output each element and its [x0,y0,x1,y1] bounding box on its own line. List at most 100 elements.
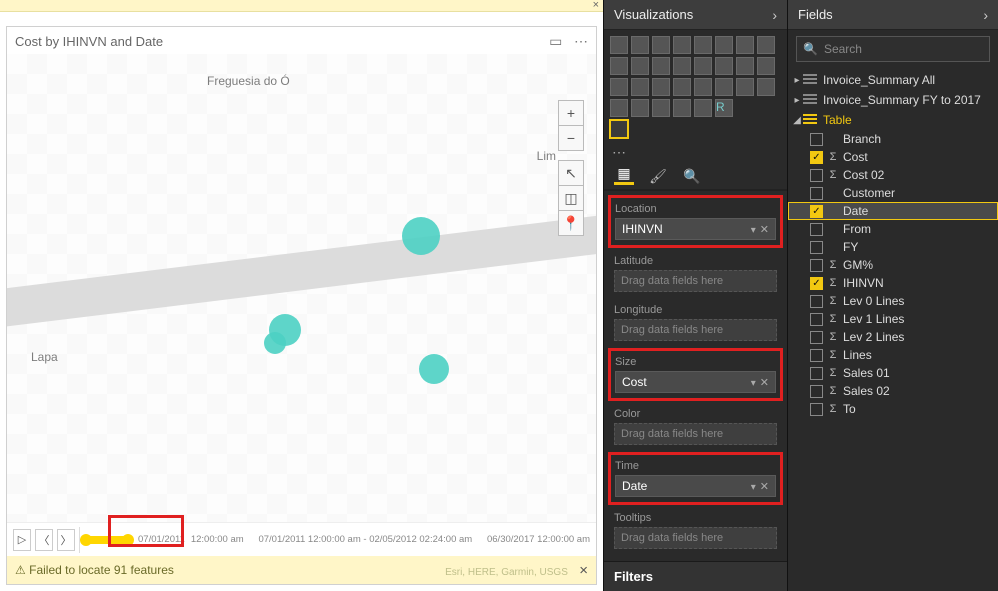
line-stacked-col-icon[interactable] [652,57,670,75]
close-icon[interactable]: × [593,0,599,11]
well-slot[interactable]: IHINVN ▾✕ [615,218,776,240]
field-row[interactable]: ΣLev 2 Lines [788,328,998,346]
funnel-icon[interactable] [673,78,691,96]
table-row[interactable]: ▸Invoice_Summary FY to 2017 [788,90,998,110]
scatter-icon[interactable] [715,57,733,75]
well-slot[interactable]: Cost ▾✕ [615,371,776,393]
table-preview-icon[interactable] [694,99,712,117]
field-row[interactable]: ΣLev 0 Lines [788,292,998,310]
close-icon[interactable]: × [579,562,588,579]
select-tool-button[interactable]: ◫ [558,185,584,211]
ribbon-icon[interactable] [736,36,754,54]
map-icon[interactable] [631,78,649,96]
field-row[interactable]: ✓ΣIHINVN [788,274,998,292]
treemap-icon[interactable] [610,78,628,96]
field-row[interactable]: Customer [788,184,998,202]
field-checkbox[interactable]: ✓ [810,277,823,290]
field-row[interactable]: Branch [788,130,998,148]
field-row[interactable]: ✓ΣCost [788,148,998,166]
stacked-column-100-icon[interactable] [715,36,733,54]
format-tab-icon[interactable]: 🖌 [648,167,668,185]
well-slot[interactable]: Drag data fields here [614,423,777,445]
chevron-down-icon[interactable]: ▾ [751,482,756,493]
field-checkbox[interactable]: ✓ [810,151,823,164]
pane-header[interactable]: Visualizations › [604,0,787,30]
line-chart-icon[interactable] [757,36,775,54]
play-button[interactable]: ▷ [13,529,31,551]
field-checkbox[interactable] [810,349,823,362]
map-visual-card[interactable]: Cost by IHINVN and Date ▭ ⋯ Freguesia do… [6,26,597,585]
field-row[interactable]: ΣSales 02 [788,382,998,400]
remove-icon[interactable]: ✕ [760,481,769,493]
stacked-area-icon[interactable] [631,57,649,75]
focus-mode-icon[interactable]: ▭ [549,33,562,49]
field-checkbox[interactable] [810,367,823,380]
field-checkbox[interactable] [810,133,823,146]
field-checkbox[interactable] [810,313,823,326]
fields-tab-icon[interactable]: ▦ [614,167,634,185]
field-checkbox[interactable] [810,331,823,344]
field-row[interactable]: ΣTo [788,400,998,418]
field-checkbox[interactable]: ✓ [810,205,823,218]
well-slot[interactable]: Date ▾✕ [615,475,776,497]
chevron-right-icon[interactable]: › [772,7,777,23]
remove-icon[interactable]: ✕ [760,224,769,236]
field-row[interactable]: ΣSales 01 [788,364,998,382]
field-row[interactable]: ΣCost 02 [788,166,998,184]
field-checkbox[interactable] [810,187,823,200]
field-checkbox[interactable] [810,169,823,182]
more-visuals-icon[interactable]: ⋯ [604,144,787,161]
well-slot[interactable]: Drag data fields here [614,527,777,549]
field-checkbox[interactable] [810,259,823,272]
prev-button[interactable]: 〈 [35,529,53,551]
timeline-track[interactable]: 07/01/2011 12:00:00 am 07/01/2011 12:00:… [79,527,590,553]
field-checkbox[interactable] [810,385,823,398]
chevron-down-icon[interactable]: ▾ [751,225,756,236]
map-bubble[interactable] [264,332,286,354]
arcgis-map[interactable]: Freguesia do Ó Lim Lapa + − ↖ ◫ 📍 [7,54,596,522]
zoom-out-button[interactable]: − [558,125,584,151]
filled-map-icon[interactable] [652,78,670,96]
zoom-in-button[interactable]: + [558,100,584,126]
kpi-icon[interactable] [757,78,775,96]
more-options-icon[interactable]: ⋯ [574,33,588,49]
table-row[interactable]: ◢Table [788,110,998,130]
pin-tool-button[interactable]: 📍 [558,210,584,236]
multi-row-card-icon[interactable] [736,78,754,96]
field-checkbox[interactable] [810,223,823,236]
table-row[interactable]: ▸Invoice_Summary All [788,70,998,90]
field-row[interactable]: From [788,220,998,238]
gauge-icon[interactable] [694,78,712,96]
timeline-range-handle[interactable] [84,536,130,544]
map-bubble[interactable] [419,354,449,384]
field-checkbox[interactable] [810,403,823,416]
chevron-right-icon[interactable]: › [983,7,988,23]
well-slot[interactable]: Drag data fields here [614,270,777,292]
area-chart-icon[interactable] [610,57,628,75]
slicer-icon[interactable] [610,99,628,117]
stacked-bar-100-icon[interactable] [694,36,712,54]
table-icon[interactable] [631,99,649,117]
map-bubble[interactable] [402,217,440,255]
arcgis-maps-icon[interactable] [610,120,628,138]
field-checkbox[interactable] [810,241,823,254]
donut-icon[interactable] [757,57,775,75]
field-row[interactable]: ✓Date [788,202,998,220]
field-checkbox[interactable] [810,295,823,308]
field-row[interactable]: ΣLev 1 Lines [788,310,998,328]
field-row[interactable]: ΣGM% [788,256,998,274]
stacked-bar-icon[interactable] [610,36,628,54]
well-slot[interactable]: Drag data fields here [614,319,777,341]
field-row[interactable]: ΣLines [788,346,998,364]
next-button[interactable]: 〉 [57,529,75,551]
matrix-preview-icon[interactable] [673,99,691,117]
analytics-tab-icon[interactable]: 🔍 [682,167,702,185]
clustered-bar-icon[interactable] [631,36,649,54]
matrix-icon[interactable] [652,99,670,117]
filters-section-header[interactable]: Filters [604,561,787,591]
clustered-column-icon[interactable] [673,36,691,54]
chevron-down-icon[interactable]: ▾ [751,378,756,389]
pointer-tool-button[interactable]: ↖ [558,160,584,186]
pie-icon[interactable] [736,57,754,75]
fields-search-input[interactable]: 🔍 Search [796,36,990,62]
